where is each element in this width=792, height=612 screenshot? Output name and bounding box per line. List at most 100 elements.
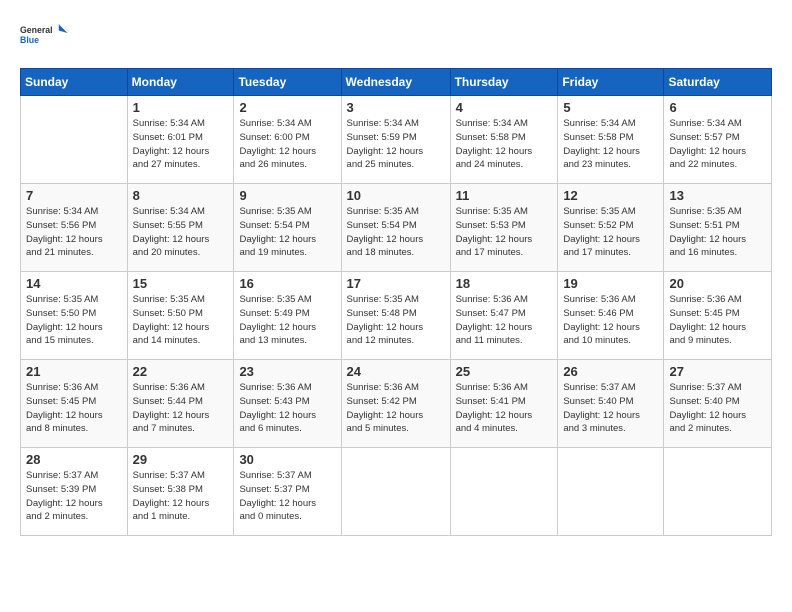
- day-number: 23: [239, 364, 335, 379]
- day-info: Sunrise: 5:35 AM Sunset: 5:54 PM Dayligh…: [347, 205, 445, 260]
- calendar-header-thursday: Thursday: [450, 69, 558, 96]
- day-info: Sunrise: 5:36 AM Sunset: 5:45 PM Dayligh…: [26, 381, 122, 436]
- day-info: Sunrise: 5:35 AM Sunset: 5:50 PM Dayligh…: [133, 293, 229, 348]
- day-info: Sunrise: 5:36 AM Sunset: 5:44 PM Dayligh…: [133, 381, 229, 436]
- day-number: 22: [133, 364, 229, 379]
- day-number: 24: [347, 364, 445, 379]
- day-info: Sunrise: 5:34 AM Sunset: 5:56 PM Dayligh…: [26, 205, 122, 260]
- day-info: Sunrise: 5:35 AM Sunset: 5:51 PM Dayligh…: [669, 205, 766, 260]
- calendar-cell: 22 Sunrise: 5:36 AM Sunset: 5:44 PM Dayli…: [127, 360, 234, 448]
- day-number: 6: [669, 100, 766, 115]
- calendar-week-4: 21 Sunrise: 5:36 AM Sunset: 5:45 PM Dayli…: [21, 360, 772, 448]
- calendar-cell: [664, 448, 772, 536]
- calendar-cell: [558, 448, 664, 536]
- day-info: Sunrise: 5:36 AM Sunset: 5:45 PM Dayligh…: [669, 293, 766, 348]
- day-number: 11: [456, 188, 553, 203]
- calendar-cell: 23 Sunrise: 5:36 AM Sunset: 5:43 PM Dayli…: [234, 360, 341, 448]
- calendar-week-5: 28 Sunrise: 5:37 AM Sunset: 5:39 PM Dayli…: [21, 448, 772, 536]
- calendar-cell: 11 Sunrise: 5:35 AM Sunset: 5:53 PM Dayli…: [450, 184, 558, 272]
- day-number: 19: [563, 276, 658, 291]
- header: General Blue: [20, 18, 772, 56]
- day-number: 1: [133, 100, 229, 115]
- svg-text:General: General: [20, 25, 53, 35]
- day-info: Sunrise: 5:37 AM Sunset: 5:40 PM Dayligh…: [669, 381, 766, 436]
- logo-svg: General Blue: [20, 18, 70, 56]
- calendar-header-wednesday: Wednesday: [341, 69, 450, 96]
- day-number: 7: [26, 188, 122, 203]
- calendar-cell: 13 Sunrise: 5:35 AM Sunset: 5:51 PM Dayli…: [664, 184, 772, 272]
- calendar-header-row: SundayMondayTuesdayWednesdayThursdayFrid…: [21, 69, 772, 96]
- day-number: 9: [239, 188, 335, 203]
- day-info: Sunrise: 5:36 AM Sunset: 5:41 PM Dayligh…: [456, 381, 553, 436]
- day-info: Sunrise: 5:37 AM Sunset: 5:37 PM Dayligh…: [239, 469, 335, 524]
- calendar-cell: 24 Sunrise: 5:36 AM Sunset: 5:42 PM Dayli…: [341, 360, 450, 448]
- calendar-week-1: 1Sunrise: 5:34 AM Sunset: 6:01 PM Daylig…: [21, 96, 772, 184]
- day-number: 25: [456, 364, 553, 379]
- calendar-cell: 3 Sunrise: 5:34 AM Sunset: 5:59 PM Daylig…: [341, 96, 450, 184]
- day-info: Sunrise: 5:35 AM Sunset: 5:48 PM Dayligh…: [347, 293, 445, 348]
- calendar-cell: 30 Sunrise: 5:37 AM Sunset: 5:37 PM Dayli…: [234, 448, 341, 536]
- calendar-cell: 20 Sunrise: 5:36 AM Sunset: 5:45 PM Dayli…: [664, 272, 772, 360]
- calendar-cell: [21, 96, 128, 184]
- calendar-cell: 1Sunrise: 5:34 AM Sunset: 6:01 PM Daylig…: [127, 96, 234, 184]
- day-number: 18: [456, 276, 553, 291]
- day-info: Sunrise: 5:35 AM Sunset: 5:52 PM Dayligh…: [563, 205, 658, 260]
- day-number: 5: [563, 100, 658, 115]
- day-number: 27: [669, 364, 766, 379]
- calendar-cell: 19 Sunrise: 5:36 AM Sunset: 5:46 PM Dayli…: [558, 272, 664, 360]
- calendar-header-monday: Monday: [127, 69, 234, 96]
- calendar-cell: 29 Sunrise: 5:37 AM Sunset: 5:38 PM Dayli…: [127, 448, 234, 536]
- calendar-cell: 14Sunrise: 5:35 AM Sunset: 5:50 PM Dayli…: [21, 272, 128, 360]
- calendar-cell: [341, 448, 450, 536]
- calendar-week-2: 7 Sunrise: 5:34 AM Sunset: 5:56 PM Daylig…: [21, 184, 772, 272]
- calendar-cell: 6 Sunrise: 5:34 AM Sunset: 5:57 PM Daylig…: [664, 96, 772, 184]
- day-info: Sunrise: 5:34 AM Sunset: 5:59 PM Dayligh…: [347, 117, 445, 172]
- calendar-header-tuesday: Tuesday: [234, 69, 341, 96]
- logo: General Blue: [20, 18, 70, 56]
- svg-text:Blue: Blue: [20, 35, 39, 45]
- day-number: 21: [26, 364, 122, 379]
- day-info: Sunrise: 5:36 AM Sunset: 5:43 PM Dayligh…: [239, 381, 335, 436]
- calendar-cell: 4 Sunrise: 5:34 AM Sunset: 5:58 PM Daylig…: [450, 96, 558, 184]
- page: General Blue SundayMondayTuesdayWednesda…: [0, 0, 792, 612]
- day-number: 29: [133, 452, 229, 467]
- day-number: 4: [456, 100, 553, 115]
- calendar-cell: 7 Sunrise: 5:34 AM Sunset: 5:56 PM Daylig…: [21, 184, 128, 272]
- day-info: Sunrise: 5:37 AM Sunset: 5:38 PM Dayligh…: [133, 469, 229, 524]
- day-info: Sunrise: 5:36 AM Sunset: 5:42 PM Dayligh…: [347, 381, 445, 436]
- calendar-cell: 26Sunrise: 5:37 AM Sunset: 5:40 PM Dayli…: [558, 360, 664, 448]
- day-info: Sunrise: 5:34 AM Sunset: 5:58 PM Dayligh…: [563, 117, 658, 172]
- day-info: Sunrise: 5:36 AM Sunset: 5:46 PM Dayligh…: [563, 293, 658, 348]
- day-number: 26: [563, 364, 658, 379]
- day-info: Sunrise: 5:35 AM Sunset: 5:54 PM Dayligh…: [239, 205, 335, 260]
- day-number: 17: [347, 276, 445, 291]
- day-info: Sunrise: 5:34 AM Sunset: 5:57 PM Dayligh…: [669, 117, 766, 172]
- calendar-cell: 27 Sunrise: 5:37 AM Sunset: 5:40 PM Dayli…: [664, 360, 772, 448]
- day-info: Sunrise: 5:37 AM Sunset: 5:39 PM Dayligh…: [26, 469, 122, 524]
- calendar-cell: 10 Sunrise: 5:35 AM Sunset: 5:54 PM Dayli…: [341, 184, 450, 272]
- day-number: 3: [347, 100, 445, 115]
- day-info: Sunrise: 5:34 AM Sunset: 5:58 PM Dayligh…: [456, 117, 553, 172]
- day-number: 20: [669, 276, 766, 291]
- calendar-cell: 25 Sunrise: 5:36 AM Sunset: 5:41 PM Dayli…: [450, 360, 558, 448]
- day-number: 15: [133, 276, 229, 291]
- day-info: Sunrise: 5:35 AM Sunset: 5:50 PM Dayligh…: [26, 293, 122, 348]
- calendar-header-sunday: Sunday: [21, 69, 128, 96]
- calendar-cell: 17 Sunrise: 5:35 AM Sunset: 5:48 PM Dayli…: [341, 272, 450, 360]
- day-number: 30: [239, 452, 335, 467]
- day-number: 12: [563, 188, 658, 203]
- calendar-table: SundayMondayTuesdayWednesdayThursdayFrid…: [20, 68, 772, 536]
- calendar-cell: 2Sunrise: 5:34 AM Sunset: 6:00 PM Daylig…: [234, 96, 341, 184]
- calendar-cell: 15 Sunrise: 5:35 AM Sunset: 5:50 PM Dayli…: [127, 272, 234, 360]
- calendar-header-friday: Friday: [558, 69, 664, 96]
- day-number: 10: [347, 188, 445, 203]
- calendar-cell: 21 Sunrise: 5:36 AM Sunset: 5:45 PM Dayli…: [21, 360, 128, 448]
- day-info: Sunrise: 5:35 AM Sunset: 5:53 PM Dayligh…: [456, 205, 553, 260]
- day-number: 13: [669, 188, 766, 203]
- calendar-cell: 9 Sunrise: 5:35 AM Sunset: 5:54 PM Daylig…: [234, 184, 341, 272]
- day-number: 28: [26, 452, 122, 467]
- day-number: 2: [239, 100, 335, 115]
- calendar-cell: 16Sunrise: 5:35 AM Sunset: 5:49 PM Dayli…: [234, 272, 341, 360]
- calendar-cell: 12 Sunrise: 5:35 AM Sunset: 5:52 PM Dayli…: [558, 184, 664, 272]
- day-info: Sunrise: 5:34 AM Sunset: 5:55 PM Dayligh…: [133, 205, 229, 260]
